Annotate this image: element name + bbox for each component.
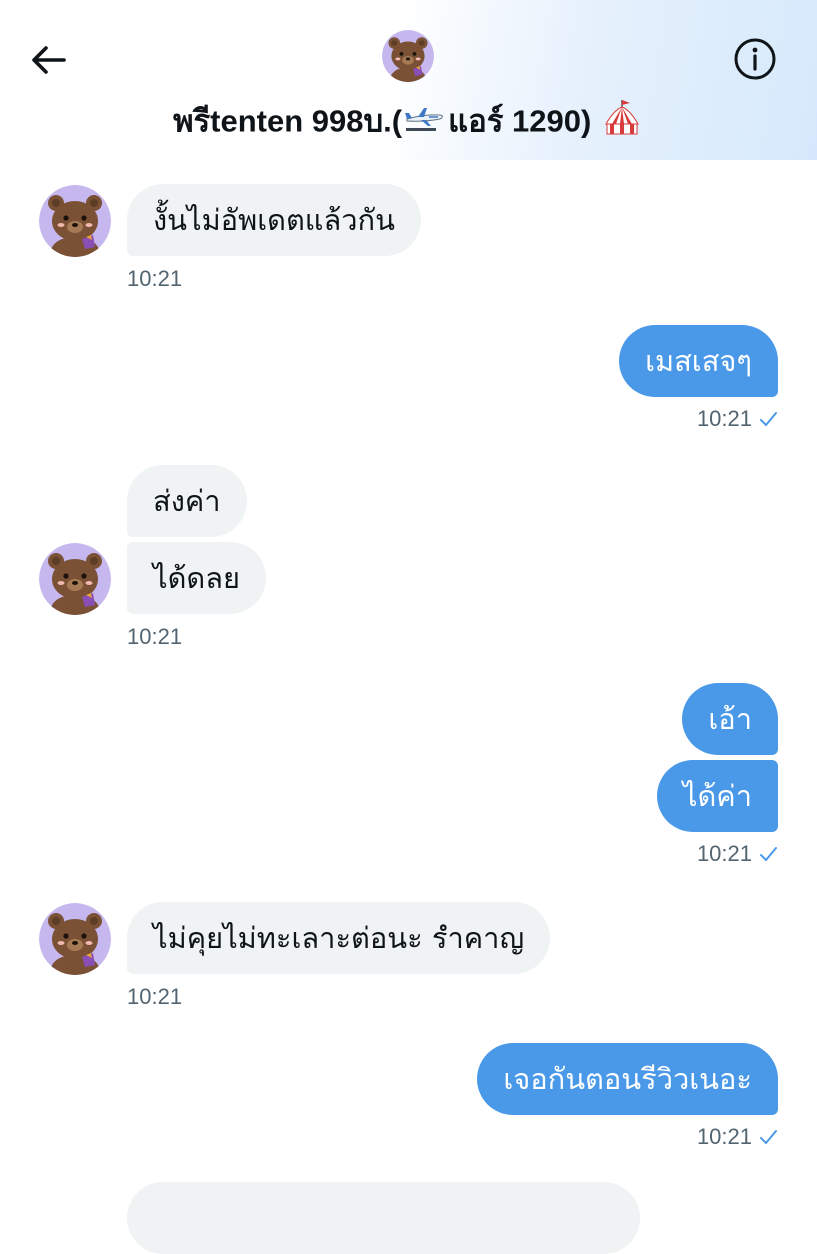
message-text: เมสเสจๆ — [645, 344, 752, 378]
message-text: ได้ค่า — [682, 779, 752, 813]
info-button[interactable] — [728, 32, 782, 86]
title-text-middle: แอร์ 1290) — [448, 103, 592, 139]
outgoing-message-bubble[interactable]: เจอกันตอนรีวิวเนอะ — [477, 1043, 778, 1115]
outgoing-message-bubble[interactable]: เมสเสจๆ — [619, 325, 778, 397]
header-avatar[interactable] — [382, 30, 434, 82]
sender-avatar[interactable] — [39, 185, 111, 257]
back-arrow-icon — [32, 46, 66, 74]
message-text: เอ้า — [708, 702, 752, 736]
message-timestamp: 10:21 — [696, 1124, 752, 1149]
conversation-title: พรีtenten 998บ.( แอร์ 1290) — [0, 98, 817, 149]
sender-avatar[interactable] — [39, 903, 111, 975]
back-button[interactable] — [22, 34, 74, 86]
conversation-header: พรีtenten 998บ.( แอร์ 1290) — [0, 0, 817, 160]
message-status: 10:21 — [697, 406, 778, 432]
incoming-message-bubble[interactable]: ส่งค่า — [127, 465, 247, 537]
message-text: ได้ดลย — [153, 561, 241, 595]
message-timestamp: 10:21 — [127, 624, 183, 649]
sender-avatar[interactable] — [39, 543, 111, 615]
read-check-icon — [760, 847, 777, 861]
incoming-message-bubble[interactable]: ไม่คุยไม่ทะเลาะต่อนะ รำคาญ — [127, 902, 551, 974]
message-status: 10:21 — [697, 1124, 778, 1150]
circus-tent-icon — [602, 98, 642, 149]
read-check-icon — [760, 1130, 777, 1144]
outgoing-message-bubble[interactable]: เอ้า — [682, 683, 778, 755]
incoming-message-bubble-partial[interactable] — [127, 1182, 640, 1254]
incoming-message-bubble[interactable]: ได้ดลย — [127, 542, 267, 614]
incoming-message-bubble[interactable]: งั้นไม่อัพเดตแล้วกัน — [127, 184, 421, 256]
message-text: งั้นไม่อัพเดตแล้วกัน — [153, 203, 395, 237]
title-text-prefix: พรีtenten 998บ.( — [173, 103, 403, 139]
info-icon — [734, 38, 776, 80]
message-timestamp: 10:21 — [127, 984, 183, 1009]
message-text: ส่งค่า — [153, 484, 221, 518]
outgoing-message-bubble[interactable]: ได้ค่า — [656, 760, 778, 832]
message-timestamp: 10:21 — [696, 841, 752, 866]
read-check-icon — [760, 412, 777, 426]
message-text: ไม่คุยไม่ทะเลาะต่อนะ รำคาญ — [153, 921, 525, 955]
message-status: 10:21 — [697, 841, 778, 867]
airplane-icon — [404, 101, 446, 147]
message-timestamp: 10:21 — [696, 406, 752, 431]
message-timestamp: 10:21 — [127, 266, 183, 291]
message-text: เจอกันตอนรีวิวเนอะ — [503, 1062, 752, 1096]
